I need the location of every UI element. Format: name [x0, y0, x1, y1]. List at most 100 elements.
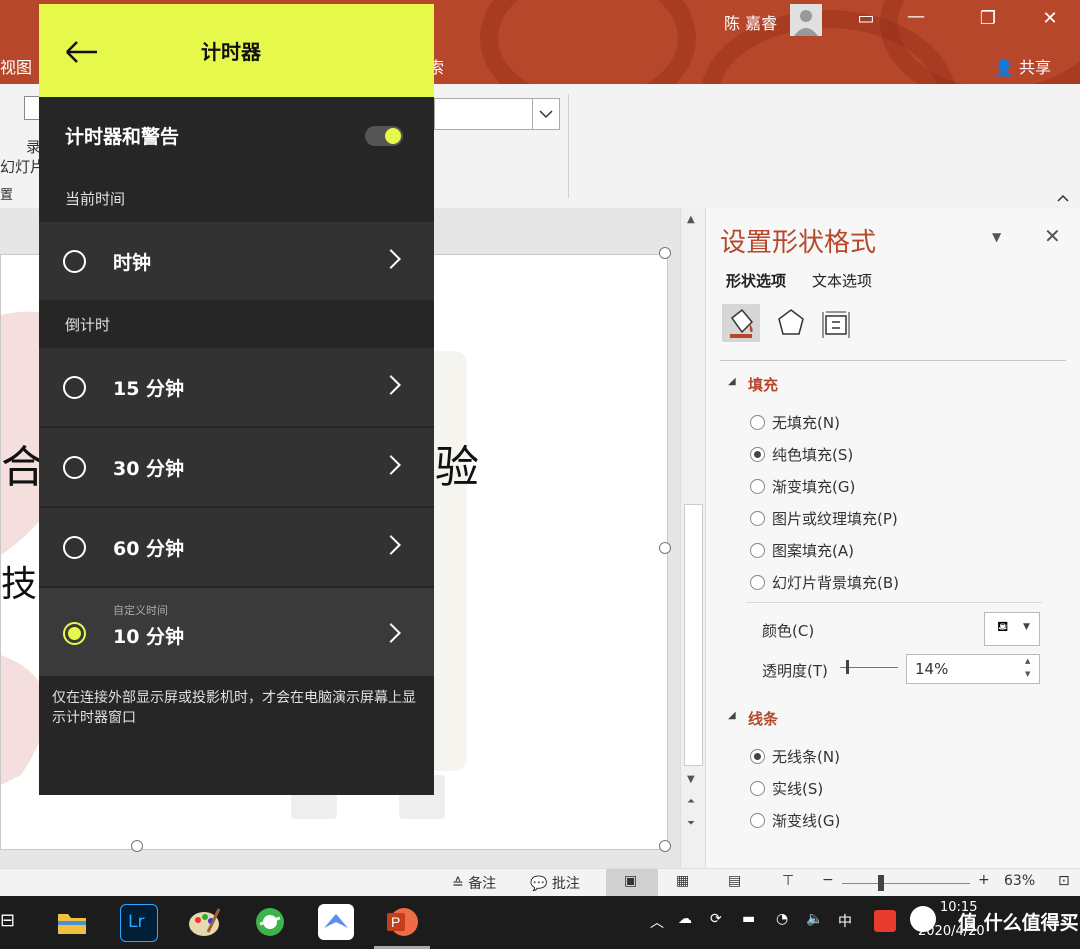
- timer-panel: 计时器 计时器和警告 当前时间 时钟 倒计时 15 分钟 30 分钟 60 分钟…: [39, 4, 434, 795]
- tab-text-options[interactable]: 文本选项: [812, 270, 872, 291]
- zoom-in-button[interactable]: +: [978, 872, 990, 888]
- fill-option-label: 图案填充(A): [772, 542, 854, 560]
- size-properties-tab[interactable]: [818, 304, 856, 342]
- line-option-label: 渐变线(G): [772, 812, 841, 830]
- scroll-down-icon[interactable]: ▼: [687, 774, 695, 785]
- transparency-input[interactable]: 14% ▲ ▼: [906, 654, 1040, 684]
- ribbon-dropdown[interactable]: [434, 98, 560, 130]
- ribbon-divider: [568, 94, 569, 198]
- timer-toggle-label: 计时器和警告: [65, 126, 180, 148]
- vertical-scrollbar[interactable]: ▲ ▼ ⏶ ⏷: [680, 208, 705, 868]
- watermark-text: 值 什么值得买: [958, 912, 1079, 934]
- pane-divider: [746, 602, 1042, 603]
- minimize-icon[interactable]: —: [896, 6, 936, 27]
- tab-view[interactable]: 视图: [0, 54, 32, 78]
- taskbar: ⊟ Lr P ︿ ☁ ⟳ ▬ ◔ 🔈 中 10:15 2020/4/20 值 什…: [0, 896, 1080, 949]
- next-slide-icon[interactable]: ⏷: [687, 818, 695, 829]
- timer-toggle-switch[interactable]: [365, 126, 403, 146]
- fill-collapse-icon[interactable]: ◢: [728, 376, 736, 387]
- comments-button[interactable]: 💬 批注: [530, 873, 580, 893]
- fill-color-picker[interactable]: ⛾ ▼: [984, 612, 1040, 646]
- zoom-slider[interactable]: [842, 883, 970, 884]
- feishu-icon[interactable]: [318, 904, 354, 940]
- watermark-logo: [910, 906, 936, 932]
- radio-selected-icon: [750, 447, 765, 462]
- lightroom-icon[interactable]: Lr: [120, 904, 158, 942]
- previous-slide-icon[interactable]: ⏶: [687, 796, 695, 807]
- custom-time-label: 10 分钟: [113, 626, 185, 648]
- paint-bucket-icon: [730, 308, 754, 338]
- restore-icon[interactable]: ❐: [968, 8, 1008, 29]
- ribbon-display-options-icon[interactable]: ▭: [846, 8, 886, 29]
- resize-handle[interactable]: [131, 840, 143, 852]
- back-button[interactable]: [65, 40, 99, 68]
- scroll-thumb[interactable]: [684, 504, 703, 766]
- slide-sorter-view-icon[interactable]: ▦: [676, 873, 689, 889]
- chevron-right-icon: [381, 535, 401, 555]
- paint-icon[interactable]: [186, 904, 222, 940]
- custom-time-caption: 自定义时间: [113, 604, 168, 617]
- file-explorer-icon[interactable]: [54, 904, 90, 940]
- spin-down-icon[interactable]: ▼: [1025, 670, 1030, 678]
- radio-icon: [750, 511, 765, 526]
- slideshow-view-icon[interactable]: ⊤: [782, 873, 794, 889]
- fit-to-window-icon[interactable]: ⊡: [1058, 873, 1070, 889]
- fill-section-heading[interactable]: 填充: [748, 374, 778, 395]
- comments-label: 批注: [551, 876, 580, 892]
- lightroom-label: Lr: [128, 912, 145, 932]
- chevron-right-icon: [381, 623, 401, 643]
- pane-options-icon[interactable]: ▼: [992, 230, 1001, 244]
- avatar[interactable]: [790, 4, 822, 36]
- powerpoint-icon[interactable]: P: [384, 904, 420, 940]
- countdown-option-15[interactable]: 15 分钟: [39, 348, 434, 427]
- status-bar: ≙ 备注 💬 批注 ▣ ▦ ▤ ⊤ − + 63% ⊡: [0, 868, 1080, 897]
- close-pane-icon[interactable]: ✕: [1044, 224, 1061, 248]
- sync-icon[interactable]: ⟳: [710, 911, 722, 927]
- countdown-option-custom[interactable]: 自定义时间 10 分钟: [39, 588, 434, 677]
- reading-view-icon[interactable]: ▤: [728, 873, 741, 889]
- user-name[interactable]: 陈 嘉睿: [724, 10, 777, 34]
- radio-selected-icon: [63, 622, 86, 645]
- user-avatar-icon: [794, 10, 818, 36]
- countdown-label: 15 分钟: [113, 378, 185, 400]
- volume-icon[interactable]: 🔈: [806, 911, 823, 927]
- zoom-out-button[interactable]: −: [822, 872, 834, 888]
- fill-option-label: 渐变填充(G): [772, 478, 856, 496]
- radio-selected-icon: [750, 749, 765, 764]
- task-view-icon[interactable]: ⊟: [0, 910, 15, 931]
- resize-handle[interactable]: [659, 247, 671, 259]
- countdown-option-60[interactable]: 60 分钟: [39, 508, 434, 587]
- browser-icon[interactable]: [252, 904, 288, 940]
- scroll-up-icon[interactable]: ▲: [687, 214, 695, 225]
- clock-option[interactable]: 时钟: [39, 222, 434, 301]
- zoom-slider-thumb[interactable]: [878, 875, 884, 891]
- line-section-heading[interactable]: 线条: [748, 708, 778, 729]
- spin-up-icon[interactable]: ▲: [1025, 657, 1030, 665]
- share-button[interactable]: 👤 共享: [994, 54, 1051, 78]
- radio-icon: [63, 456, 86, 479]
- chevron-down-icon: [532, 99, 559, 129]
- tab-shape-options[interactable]: 形状选项: [726, 270, 786, 291]
- transparency-slider-thumb[interactable]: [846, 660, 849, 674]
- countdown-option-30[interactable]: 30 分钟: [39, 428, 434, 507]
- battery-icon[interactable]: ▬: [742, 911, 755, 927]
- input-method-indicator[interactable]: 中: [838, 911, 852, 931]
- resize-handle[interactable]: [659, 542, 671, 554]
- notes-button[interactable]: ≙ 备注: [452, 873, 496, 893]
- chevron-right-icon: [381, 375, 401, 395]
- close-window-icon[interactable]: ✕: [1030, 8, 1070, 29]
- wifi-icon[interactable]: ◔: [776, 911, 788, 927]
- show-hidden-icons[interactable]: ︿: [650, 912, 664, 932]
- onedrive-icon[interactable]: ☁: [678, 911, 692, 927]
- radio-icon: [63, 536, 86, 559]
- pane-title: 设置形状格式: [720, 228, 877, 258]
- zoom-level[interactable]: 63%: [1004, 873, 1035, 889]
- line-collapse-icon[interactable]: ◢: [728, 710, 736, 721]
- sogou-ime-icon[interactable]: [874, 910, 896, 932]
- effects-tab[interactable]: [772, 304, 810, 342]
- fill-line-tab[interactable]: [722, 304, 760, 342]
- normal-view-button[interactable]: ▣: [606, 869, 658, 897]
- color-label: 颜色(C): [762, 622, 815, 640]
- resize-handle[interactable]: [659, 840, 671, 852]
- collapse-ribbon-icon[interactable]: [1056, 188, 1070, 207]
